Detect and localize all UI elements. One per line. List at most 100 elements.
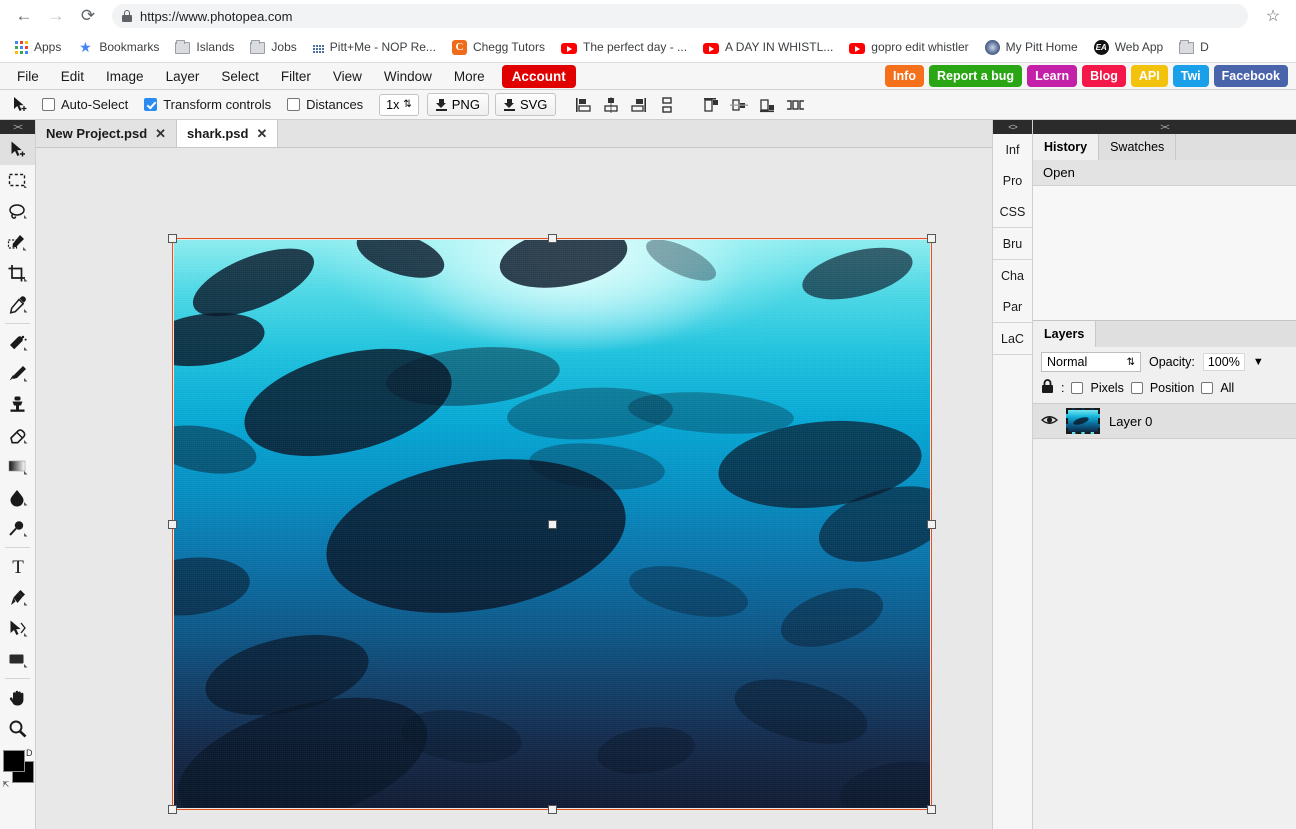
bookmark-perfect-day[interactable]: The perfect day - ... — [554, 37, 694, 57]
transform-handle-bottom-left[interactable] — [168, 805, 177, 814]
transform-controls-checkbox[interactable]: Transform controls — [144, 97, 271, 112]
transform-handle-center[interactable] — [548, 520, 557, 529]
menu-filter[interactable]: Filter — [270, 65, 322, 88]
tool-blur[interactable] — [0, 482, 35, 513]
mini-dock-expand-grip[interactable]: <> — [993, 120, 1032, 134]
transform-handle-bottom-right[interactable] — [927, 805, 936, 814]
distribute-horizontal-icon[interactable] — [782, 93, 808, 117]
zoom-factor-select[interactable]: 1x ⇅ — [379, 93, 419, 116]
chip-blog[interactable]: Blog — [1082, 65, 1126, 87]
bookmark-d-folder[interactable]: D — [1172, 37, 1216, 57]
align-top-icon[interactable] — [698, 93, 724, 117]
reset-colors-icon[interactable]: ⇱ — [3, 780, 10, 789]
bookmark-gopro-edit-whistler[interactable]: gopro edit whistler — [842, 37, 975, 57]
bookmark-my-pitt-home[interactable]: My Pitt Home — [978, 37, 1085, 58]
bookmark-day-in-whistler[interactable]: A DAY IN WHISTL... — [696, 37, 840, 57]
tool-eraser[interactable] — [0, 420, 35, 451]
bookmark-star-icon[interactable]: ☆ — [1260, 3, 1286, 29]
menu-window[interactable]: Window — [373, 65, 443, 88]
menu-file[interactable]: File — [6, 65, 50, 88]
close-icon[interactable]: ✕ — [155, 126, 166, 142]
chip-api[interactable]: API — [1130, 65, 1168, 87]
tool-dodge[interactable] — [0, 513, 35, 544]
tool-type[interactable]: T — [0, 551, 35, 582]
tool-eyedropper[interactable] — [0, 289, 35, 320]
export-png-button[interactable]: PNG — [426, 93, 489, 116]
foreground-color-swatch[interactable] — [2, 750, 25, 772]
tab-swatches[interactable]: Swatches — [1099, 134, 1177, 160]
reload-button[interactable]: ⟳ — [74, 2, 102, 30]
bookmark-bookmarks[interactable]: ★ Bookmarks — [70, 36, 166, 58]
close-icon[interactable]: ✕ — [256, 126, 267, 142]
panel-tab-brushes[interactable]: Bru — [993, 228, 1032, 259]
distribute-vertical-icon[interactable] — [654, 93, 680, 117]
canvas-viewport[interactable] — [36, 148, 992, 829]
panel-tab-layer-comps[interactable]: LaC — [993, 323, 1032, 354]
panel-tab-paragraph[interactable]: Par — [993, 291, 1032, 322]
tool-rectangular-marquee[interactable] — [0, 165, 35, 196]
menu-image[interactable]: Image — [95, 65, 155, 88]
bookmark-jobs[interactable]: Jobs — [243, 37, 303, 57]
account-button[interactable]: Account — [501, 64, 576, 88]
align-middle-icon[interactable] — [726, 93, 752, 117]
menu-view[interactable]: View — [322, 65, 373, 88]
opacity-dropdown-icon[interactable]: ▼ — [1253, 356, 1264, 368]
tool-brush[interactable] — [0, 358, 35, 389]
color-swatches[interactable]: ⇱ D — [2, 748, 34, 802]
tool-clone-stamp[interactable] — [0, 389, 35, 420]
address-bar[interactable]: https://www.photopea.com — [112, 4, 1248, 28]
chip-report-a-bug[interactable]: Report a bug — [928, 65, 1023, 87]
align-bottom-icon[interactable] — [754, 93, 780, 117]
tool-zoom[interactable] — [0, 713, 35, 744]
chip-facebook[interactable]: Facebook — [1213, 65, 1288, 87]
tool-shape[interactable] — [0, 644, 35, 675]
menu-edit[interactable]: Edit — [50, 65, 95, 88]
back-button[interactable]: ← — [10, 2, 38, 30]
distances-checkbox[interactable]: Distances — [287, 97, 363, 112]
bookmark-chegg-tutors[interactable]: C Chegg Tutors — [445, 37, 552, 58]
layer-row-layer-0[interactable]: Layer 0 — [1033, 403, 1296, 439]
blend-mode-select[interactable]: Normal ⇅ — [1041, 352, 1141, 372]
align-center-horizontal-icon[interactable] — [598, 93, 624, 117]
transform-handle-bottom-center[interactable] — [548, 805, 557, 814]
right-dock-collapse-grip[interactable]: >< — [1033, 120, 1296, 134]
tab-history[interactable]: History — [1033, 134, 1100, 160]
default-colors-icon[interactable]: D — [26, 748, 33, 758]
export-svg-button[interactable]: SVG — [494, 93, 557, 116]
lock-position-checkbox[interactable] — [1130, 382, 1143, 394]
lock-all-checkbox[interactable] — [1201, 382, 1214, 394]
eye-icon[interactable] — [1040, 413, 1059, 429]
tool-gradient[interactable] — [0, 451, 35, 482]
bookmark-islands[interactable]: Islands — [168, 37, 241, 57]
tab-shark-psd[interactable]: shark.psd ✕ — [177, 120, 279, 147]
transform-handle-top-center[interactable] — [548, 234, 557, 243]
chip-learn[interactable]: Learn — [1027, 65, 1078, 87]
chip-info[interactable]: Info — [885, 65, 924, 87]
transform-handle-middle-right[interactable] — [927, 520, 936, 529]
tools-collapse-grip[interactable]: >< — [0, 120, 35, 134]
artboard-frame[interactable] — [168, 234, 936, 814]
panel-tab-info[interactable]: Inf — [993, 134, 1032, 165]
tool-object-selection[interactable] — [0, 227, 35, 258]
auto-select-checkbox[interactable]: Auto-Select — [42, 97, 128, 112]
tool-lasso[interactable] — [0, 196, 35, 227]
tab-layers[interactable]: Layers — [1033, 321, 1097, 347]
tool-path-selection[interactable] — [0, 613, 35, 644]
move-tool-icon[interactable] — [6, 93, 34, 117]
tool-crop[interactable] — [0, 258, 35, 289]
opacity-value[interactable]: 100% — [1202, 353, 1245, 371]
menu-layer[interactable]: Layer — [155, 65, 211, 88]
transform-handle-top-right[interactable] — [927, 234, 936, 243]
lock-pixels-checkbox[interactable] — [1071, 382, 1084, 394]
bookmark-pitt-me[interactable]: Pitt+Me - NOP Re... — [306, 37, 443, 57]
history-item-open[interactable]: Open — [1033, 160, 1296, 186]
forward-button[interactable]: → — [42, 2, 70, 30]
panel-tab-character[interactable]: Cha — [993, 260, 1032, 291]
align-right-icon[interactable] — [626, 93, 652, 117]
tool-spot-healing-brush[interactable] — [0, 327, 35, 358]
panel-tab-properties[interactable]: Pro — [993, 165, 1032, 196]
tab-new-project-psd[interactable]: New Project.psd ✕ — [36, 120, 178, 147]
menu-more[interactable]: More — [443, 65, 496, 88]
transform-handle-top-left[interactable] — [168, 234, 177, 243]
tool-move[interactable] — [0, 134, 35, 165]
